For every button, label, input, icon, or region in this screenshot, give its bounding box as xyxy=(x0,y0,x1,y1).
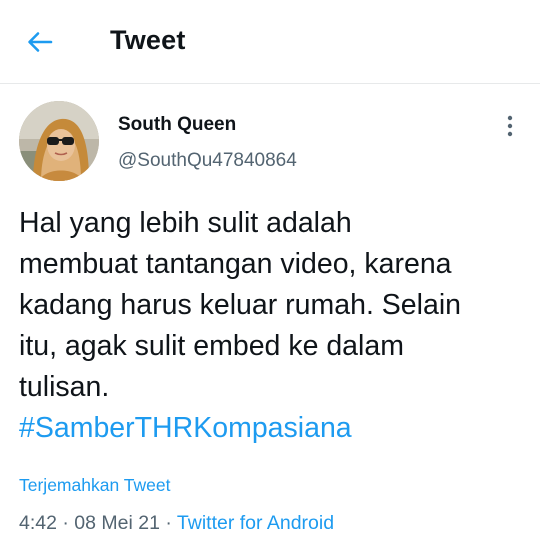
meta-separator: · xyxy=(159,512,177,534)
avatar[interactable] xyxy=(19,101,99,181)
tweet-time: 4:42 xyxy=(19,512,57,534)
meta-separator: · xyxy=(56,512,75,534)
tweet-source-link[interactable]: Twitter for Android xyxy=(177,512,334,534)
back-button[interactable] xyxy=(18,22,62,62)
tweet-date: 08 Mei 21 xyxy=(74,512,160,534)
author-display-name[interactable]: South Queen xyxy=(118,114,236,136)
tweet-text-line: kadang harus keluar rumah. Selain xyxy=(19,289,462,321)
page-title: Tweet xyxy=(110,25,186,55)
tweet-text: Hal yang lebih sulit adalah membuat tant… xyxy=(19,203,524,449)
more-options-button[interactable] xyxy=(496,112,524,140)
tweet-text-line: itu, agak sulit embed ke dalam xyxy=(19,330,404,362)
arrow-left-icon xyxy=(28,32,53,52)
author-handle[interactable]: @SouthQu47840864 xyxy=(118,150,297,172)
tweet-text-line: tulisan. xyxy=(19,371,110,403)
translate-tweet-link[interactable]: Terjemahkan Tweet xyxy=(19,475,170,496)
tweet-meta: 4:42 · 08 Mei 21 · Twitter for Android xyxy=(19,512,334,535)
tweet-text-line: membuat tantangan video, karena xyxy=(19,248,452,280)
avatar-image xyxy=(19,101,99,181)
more-vertical-icon xyxy=(507,115,513,137)
hashtag-link[interactable]: #SamberTHRKompasiana xyxy=(19,408,352,449)
tweet-text-line: Hal yang lebih sulit adalah xyxy=(19,207,352,239)
top-bar: Tweet xyxy=(0,0,540,84)
